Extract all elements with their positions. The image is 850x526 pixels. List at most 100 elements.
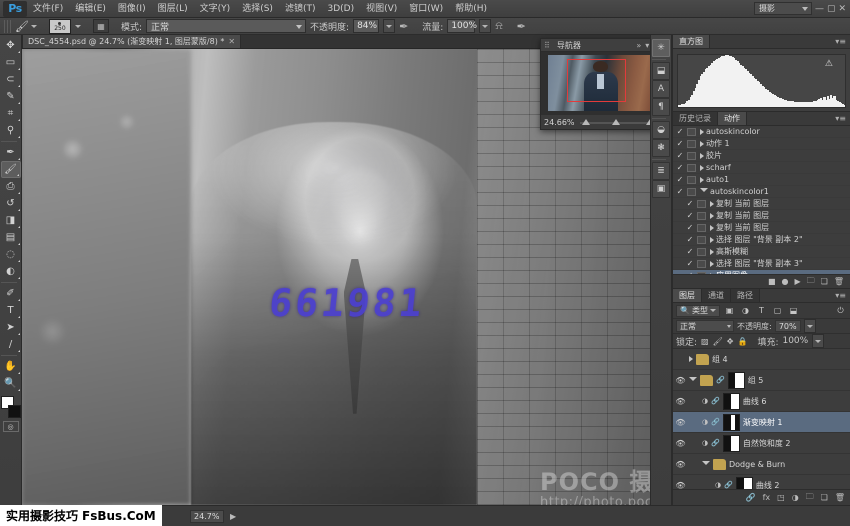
- action-toggle-checkbox[interactable]: ✓: [675, 163, 685, 172]
- action-toggle-checkbox[interactable]: ✓: [675, 187, 685, 196]
- pen-tool[interactable]: ✐: [1, 285, 21, 302]
- layer-mask-thumbnail[interactable]: [728, 372, 745, 389]
- action-row[interactable]: ✓autoskincolor1: [673, 186, 850, 198]
- character-rail-icon[interactable]: A: [652, 80, 670, 98]
- styles-rail-icon[interactable]: ❃: [652, 139, 670, 157]
- action-dialog-toggle[interactable]: [687, 188, 696, 196]
- action-row[interactable]: ✓复制 当前 图层: [673, 210, 850, 222]
- action-dialog-toggle[interactable]: [687, 128, 696, 136]
- menu-item-6[interactable]: 滤镜(T): [279, 0, 322, 18]
- history-brush-tool[interactable]: ↺: [1, 195, 21, 212]
- mask-link-icon[interactable]: 🔗: [711, 439, 720, 447]
- chevron-right-icon[interactable]: [700, 153, 704, 159]
- layer-visibility-icon[interactable]: 👁: [675, 460, 686, 469]
- action-dialog-toggle[interactable]: [697, 260, 706, 268]
- new-layer-icon[interactable]: ❏: [821, 493, 828, 502]
- filter-shape-icon[interactable]: ▢: [771, 305, 784, 317]
- new-group-icon[interactable]: 🗀: [806, 491, 814, 505]
- opacity-stepper[interactable]: [383, 19, 395, 33]
- chevron-right-icon[interactable]: [700, 177, 704, 183]
- action-row[interactable]: ✓auto1: [673, 174, 850, 186]
- menu-item-1[interactable]: 编辑(E): [69, 0, 112, 18]
- chevron-right-icon[interactable]: [700, 141, 704, 147]
- layer-visibility-icon[interactable]: 👁: [675, 418, 686, 427]
- delete-action-icon[interactable]: 🗑: [834, 277, 844, 286]
- navigator-tab-label[interactable]: 导航器: [553, 40, 585, 51]
- new-action-icon[interactable]: ❏: [821, 277, 828, 286]
- paragraph-rail-icon[interactable]: ¶: [652, 98, 670, 116]
- panel-menu-icon[interactable]: ▾≡: [831, 35, 850, 48]
- chevron-down-icon[interactable]: [75, 25, 81, 28]
- layer-visibility-icon[interactable]: 👁: [675, 397, 686, 406]
- action-toggle-checkbox[interactable]: ✓: [685, 199, 695, 208]
- tab-layers[interactable]: 图层: [673, 289, 702, 302]
- chevron-down-icon[interactable]: [689, 377, 697, 384]
- marquee-tool[interactable]: ▭: [1, 54, 21, 71]
- background-color-swatch[interactable]: [8, 405, 21, 418]
- eyedropper-tool[interactable]: ⚲: [1, 122, 21, 139]
- chevron-right-icon[interactable]: [689, 356, 693, 362]
- menu-item-7[interactable]: 3D(D): [321, 0, 360, 18]
- action-row[interactable]: ✓autoskincolor: [673, 126, 850, 138]
- chevron-right-icon[interactable]: [700, 129, 704, 135]
- menu-item-0[interactable]: 文件(F): [27, 0, 69, 18]
- flow-stepper[interactable]: [479, 19, 491, 33]
- move-tool[interactable]: ✥: [1, 37, 21, 54]
- layer-visibility-icon[interactable]: 👁: [675, 481, 686, 490]
- minimize-icon[interactable]: —: [815, 4, 824, 14]
- blur-tool[interactable]: ◌: [1, 246, 21, 263]
- quick-selection-tool[interactable]: ✎: [1, 88, 21, 105]
- action-row[interactable]: ✓选择 图层 "背景 副本 2": [673, 234, 850, 246]
- layer-opacity-value[interactable]: 70%: [775, 320, 801, 332]
- color-swatches[interactable]: [1, 396, 21, 418]
- fill-value[interactable]: 100%: [782, 336, 808, 346]
- layer-opacity-stepper[interactable]: [804, 319, 816, 333]
- gradient-tool[interactable]: ▤: [1, 229, 21, 246]
- stop-playing-icon[interactable]: ■: [768, 277, 776, 286]
- new-set-icon[interactable]: 🗀: [807, 275, 815, 289]
- layer-row[interactable]: 👁🔗组 5: [673, 370, 850, 391]
- mask-link-icon[interactable]: 🔗: [724, 481, 733, 489]
- chevron-right-icon[interactable]: [700, 165, 704, 171]
- action-toggle-checkbox[interactable]: ✓: [685, 223, 695, 232]
- opacity-input[interactable]: 84%: [353, 19, 379, 33]
- action-toggle-checkbox[interactable]: ✓: [675, 151, 685, 160]
- tab-paths[interactable]: 路径: [731, 289, 760, 302]
- zoom-out-icon[interactable]: [582, 119, 590, 125]
- action-row[interactable]: ✓复制 当前 图层: [673, 222, 850, 234]
- fill-stepper[interactable]: [812, 334, 824, 348]
- quick-mask-toggle-icon[interactable]: ◎: [3, 421, 19, 432]
- mask-link-icon[interactable]: 🔗: [716, 376, 725, 384]
- panel-menu-icon[interactable]: ▾≡: [831, 289, 850, 302]
- lock-transparent-pixels-icon[interactable]: ▨: [701, 337, 709, 346]
- chevron-right-icon[interactable]: [710, 201, 714, 207]
- tab-channels[interactable]: 通道: [702, 289, 731, 302]
- info-rail-icon[interactable]: ⬓: [652, 62, 670, 80]
- brush-preset-picker[interactable]: 🖌: [15, 20, 37, 33]
- chevron-down-icon[interactable]: [702, 461, 710, 468]
- chevron-right-icon[interactable]: [710, 225, 714, 231]
- brush-size-picker[interactable]: 250: [49, 19, 71, 34]
- workspace-selector[interactable]: 摄影: [754, 2, 812, 15]
- healing-brush-tool[interactable]: ✒: [1, 144, 21, 161]
- blend-mode-select[interactable]: 正常: [146, 19, 306, 33]
- close-icon[interactable]: ✕: [228, 37, 235, 46]
- action-toggle-checkbox[interactable]: ✓: [675, 127, 685, 136]
- mask-link-icon[interactable]: 🔗: [711, 418, 720, 426]
- options-bar-grip[interactable]: [4, 20, 11, 33]
- opacity-pressure-icon[interactable]: ✒: [399, 20, 408, 33]
- mask-link-icon[interactable]: 🔗: [711, 397, 720, 405]
- layer-mask-thumbnail[interactable]: [723, 414, 740, 431]
- action-dialog-toggle[interactable]: [697, 272, 706, 275]
- action-toggle-checkbox[interactable]: ✓: [675, 139, 685, 148]
- layer-row[interactable]: 👁◑🔗渐变映射 1: [673, 412, 850, 433]
- layer-row[interactable]: 👁◑🔗曲线 6: [673, 391, 850, 412]
- filter-pixel-icon[interactable]: ▣: [723, 305, 736, 317]
- menu-item-9[interactable]: 窗口(W): [403, 0, 449, 18]
- navigator-view-rectangle[interactable]: [567, 59, 626, 102]
- layer-row[interactable]: 👁◑🔗曲线 2: [673, 475, 850, 489]
- layer-list[interactable]: 组 4👁🔗组 5👁◑🔗曲线 6👁◑🔗渐变映射 1👁◑🔗自然饱和度 2👁Dodge…: [673, 349, 850, 489]
- layer-row[interactable]: 👁Dodge & Burn: [673, 454, 850, 475]
- play-selection-icon[interactable]: ▶: [795, 277, 801, 286]
- action-dialog-toggle[interactable]: [697, 212, 706, 220]
